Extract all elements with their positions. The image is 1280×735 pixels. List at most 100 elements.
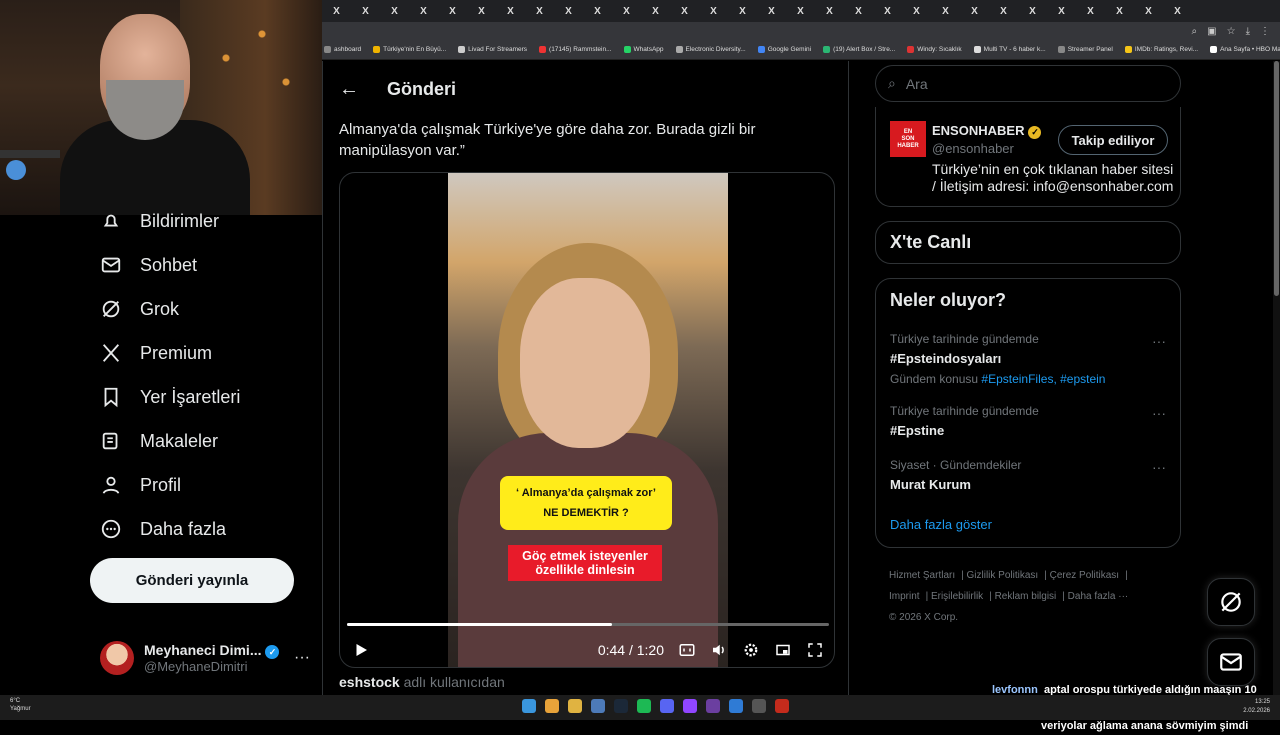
captions-icon[interactable]	[678, 641, 696, 659]
spotify-icon[interactable]	[637, 699, 651, 713]
browser-tab[interactable]: X	[844, 1, 873, 21]
twitch-icon[interactable]	[683, 699, 697, 713]
browser-tab[interactable]: X	[873, 1, 902, 21]
browser-tab[interactable]: X	[612, 1, 641, 21]
windows-start-icon[interactable]	[522, 699, 536, 713]
browser-tab[interactable]: X	[757, 1, 786, 21]
bookmark-item[interactable]: Multi TV - 6 haber k...	[973, 46, 1046, 53]
browser-tab[interactable]: X	[902, 1, 931, 21]
account-switcher[interactable]: Meyhaneci Dimi... ✓ @MeyhaneDimitri ···	[100, 638, 310, 678]
browser-tab[interactable]: X	[670, 1, 699, 21]
footer-link[interactable]: Daha fazla ···	[1068, 591, 1129, 602]
show-more-link[interactable]: Daha fazla göster	[890, 517, 992, 532]
more-icon[interactable]: ···	[1152, 333, 1166, 349]
browser-tab[interactable]: X	[1105, 1, 1134, 21]
picture-in-picture-icon[interactable]	[774, 641, 792, 659]
video-player[interactable]: ‘ Almanya’da çalışmak zor’ NE DEMEKTİR ?…	[339, 172, 835, 668]
app-icon[interactable]	[752, 699, 766, 713]
app-icon[interactable]	[591, 699, 605, 713]
bookmark-item[interactable]: ashboard	[324, 46, 361, 53]
browser-tab[interactable]: X	[1018, 1, 1047, 21]
attribution-user[interactable]: eshstock	[339, 674, 400, 690]
browser-tab[interactable]: X	[351, 1, 380, 21]
browser-tab[interactable]: X	[467, 1, 496, 21]
nav-more[interactable]: Daha fazla	[100, 518, 226, 540]
bookmark-item[interactable]: Google Gemini	[757, 46, 811, 53]
browser-tab[interactable]: X	[554, 1, 583, 21]
bookmark-item[interactable]: Ana Sayfa • HBO Max	[1210, 46, 1280, 53]
browser-tab[interactable]: X	[1047, 1, 1076, 21]
browser-tab[interactable]: X	[641, 1, 670, 21]
more-icon[interactable]: ···	[294, 649, 310, 667]
nav-articles[interactable]: Makaleler	[100, 430, 218, 452]
browser-tab[interactable]: X	[931, 1, 960, 21]
browser-tab[interactable]: X	[989, 1, 1018, 21]
app-icon[interactable]	[706, 699, 720, 713]
nav-premium[interactable]: Premium	[100, 342, 212, 364]
footer-link[interactable]: Gizlilik Politikası	[967, 570, 1039, 581]
scrollbar[interactable]	[1273, 61, 1280, 695]
bookmark-item[interactable]: Windy: Sıcaklık	[907, 46, 962, 53]
footer-link[interactable]: Reklam bilgisi	[995, 591, 1057, 602]
nav-grok[interactable]: Grok	[100, 298, 179, 320]
trend-item[interactable]: Türkiye tarihinde gündemde #Epsteindosya…	[890, 332, 1170, 386]
steam-icon[interactable]	[614, 699, 628, 713]
footer-link[interactable]: Erişilebilirlik	[931, 591, 983, 602]
account-name[interactable]: ENSONHABER	[932, 123, 1024, 138]
bookmark-item[interactable]: (17145) Rammstein...	[539, 46, 612, 53]
more-icon[interactable]: ···	[1152, 405, 1166, 421]
chrome-icon[interactable]	[545, 699, 559, 713]
trend-item[interactable]: Türkiye tarihinde gündemde #Epstine	[890, 404, 1170, 438]
app-icon[interactable]	[775, 699, 789, 713]
browser-tab[interactable]: X	[380, 1, 409, 21]
search-icon[interactable]: ⌕	[1192, 26, 1198, 37]
fullscreen-icon[interactable]	[806, 641, 824, 659]
bookmark-item[interactable]: WhatsApp	[623, 46, 664, 53]
more-icon[interactable]: ···	[1152, 459, 1166, 475]
footer-link[interactable]: Çerez Politikası	[1050, 570, 1119, 581]
nav-bookmarks[interactable]: Yer İşaretleri	[100, 386, 240, 408]
system-clock[interactable]: 13:25 2.02.2026	[1243, 698, 1270, 716]
following-button[interactable]: Takip ediliyor	[1058, 125, 1168, 155]
search-input[interactable]: ⌕ Ara	[875, 65, 1181, 102]
browser-tab[interactable]: X	[496, 1, 525, 21]
star-icon[interactable]: ☆	[1227, 26, 1236, 37]
browser-tab[interactable]: X	[1076, 1, 1105, 21]
trend-item[interactable]: Siyaset · Gündemdekiler Murat Kurum	[890, 458, 1170, 492]
video-progress-bar[interactable]	[347, 623, 829, 626]
browser-tab[interactable]: X	[583, 1, 612, 21]
app-icon[interactable]	[729, 699, 743, 713]
browser-tab[interactable]: X	[409, 1, 438, 21]
footer-link[interactable]: Imprint	[889, 591, 920, 602]
download-icon[interactable]: ⤓	[1246, 26, 1250, 37]
menu-icon[interactable]: ⋮	[1260, 26, 1270, 37]
bookmark-item[interactable]: Electronic Diversity...	[675, 46, 746, 53]
browser-tab[interactable]: X	[699, 1, 728, 21]
bookmark-item[interactable]: Livad For Streamers	[458, 46, 527, 53]
extension-icon[interactable]: ▣	[1207, 26, 1216, 37]
play-icon[interactable]	[352, 641, 370, 659]
browser-tab[interactable]: X	[1163, 1, 1192, 21]
browser-tab[interactable]: X	[525, 1, 554, 21]
bookmark-item[interactable]: IMDb: Ratings, Revi...	[1124, 46, 1198, 53]
browser-tab[interactable]: X	[815, 1, 844, 21]
folder-icon[interactable]	[568, 699, 582, 713]
nav-notifications[interactable]: Bildirimler	[100, 210, 219, 232]
nav-profile[interactable]: Profil	[100, 474, 181, 496]
browser-tab[interactable]: X	[438, 1, 467, 21]
bookmark-item[interactable]: Streamer Panel	[1057, 46, 1113, 53]
footer-link[interactable]: Hizmet Şartları	[889, 570, 955, 581]
browser-tab[interactable]: X	[322, 1, 351, 21]
volume-icon[interactable]	[710, 641, 728, 659]
back-arrow-icon[interactable]: ←	[339, 78, 359, 101]
browser-tab[interactable]: X	[786, 1, 815, 21]
browser-tab[interactable]: X	[1134, 1, 1163, 21]
live-card[interactable]: X'te Canlı	[875, 221, 1181, 264]
bookmark-item[interactable]: (19) Alert Box / Stre...	[823, 46, 895, 53]
browser-tab[interactable]: X	[728, 1, 757, 21]
messages-fab-button[interactable]	[1207, 638, 1255, 686]
trend-links[interactable]: #EpsteinFiles, #epstein	[981, 372, 1105, 386]
settings-icon[interactable]	[742, 641, 760, 659]
discord-icon[interactable]	[660, 699, 674, 713]
nav-chat[interactable]: Sohbet	[100, 254, 197, 276]
